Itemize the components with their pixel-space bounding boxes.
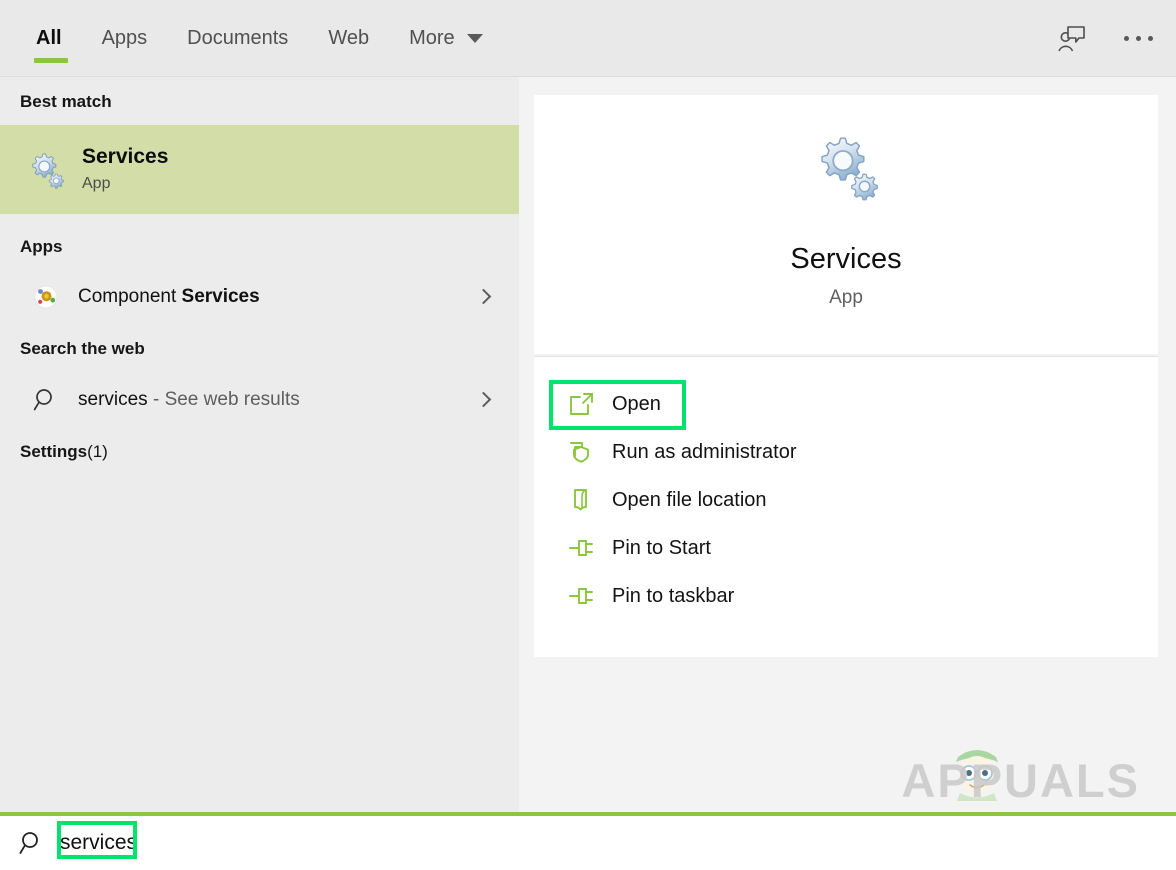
person-speech-bubble-icon bbox=[1058, 25, 1085, 51]
preview-subtitle: App bbox=[829, 287, 863, 308]
search-tab-bar: All Apps Documents Web More bbox=[0, 0, 1176, 77]
best-match-title: Services bbox=[82, 144, 169, 168]
action-pin-start-label: Pin to Start bbox=[612, 536, 711, 559]
best-match-subtitle: App bbox=[82, 174, 111, 192]
web-search-label: services - See web results bbox=[78, 389, 300, 410]
feedback-button[interactable] bbox=[1052, 19, 1092, 59]
panel-gutter bbox=[519, 77, 534, 814]
tab-apps-label: Apps bbox=[101, 27, 148, 49]
search-bar[interactable]: services bbox=[0, 812, 1176, 870]
settings-group-header: Settings (1) bbox=[20, 442, 108, 461]
app-actions-list: Open Run as administrator Open file loca… bbox=[534, 357, 1158, 657]
preview-title: Services bbox=[790, 243, 902, 275]
search-input[interactable]: services bbox=[56, 828, 141, 858]
component-services-label: Component Services bbox=[78, 286, 260, 307]
preview-gears-icon bbox=[534, 131, 1158, 203]
chevron-right-icon[interactable] bbox=[477, 290, 491, 304]
tab-web[interactable]: Web bbox=[308, 0, 389, 77]
action-open-location-label: Open file location bbox=[612, 488, 767, 511]
open-external-icon bbox=[550, 392, 612, 416]
gears-icon bbox=[14, 150, 78, 190]
tab-documents[interactable]: Documents bbox=[167, 0, 308, 77]
action-open[interactable]: Open bbox=[534, 380, 1158, 428]
top-right-actions bbox=[1052, 0, 1158, 77]
pin-icon bbox=[550, 536, 612, 560]
tab-more-label: More bbox=[409, 27, 455, 49]
action-pin-taskbar-label: Pin to taskbar bbox=[612, 584, 735, 607]
overflow-menu-button[interactable] bbox=[1118, 19, 1158, 59]
chevron-right-icon[interactable] bbox=[477, 393, 491, 407]
result-component-services[interactable]: Component Services bbox=[0, 272, 519, 322]
tab-web-label: Web bbox=[328, 27, 370, 49]
tab-list: All Apps Documents Web More bbox=[20, 0, 503, 77]
shield-icon bbox=[550, 440, 612, 464]
component-services-icon bbox=[14, 284, 78, 310]
action-open-file-location[interactable]: Open file location bbox=[534, 476, 1158, 524]
chevron-down-icon bbox=[466, 34, 483, 43]
folder-icon bbox=[550, 488, 612, 512]
action-open-label: Open bbox=[612, 392, 661, 415]
tab-apps[interactable]: Apps bbox=[82, 0, 168, 77]
tab-all-label: All bbox=[36, 27, 62, 49]
results-list-panel: Best match Services App Apps Component S… bbox=[0, 77, 519, 814]
app-preview-card: Services App bbox=[534, 95, 1158, 354]
search-icon bbox=[14, 387, 78, 413]
action-pin-to-taskbar[interactable]: Pin to taskbar bbox=[534, 572, 1158, 620]
best-match-header: Best match bbox=[20, 92, 112, 111]
action-run-admin-label: Run as administrator bbox=[612, 440, 797, 463]
result-best-match-services[interactable]: Services App bbox=[0, 125, 519, 214]
action-run-as-administrator[interactable]: Run as administrator bbox=[534, 428, 1158, 476]
apps-group-header: Apps bbox=[20, 237, 63, 256]
pin-icon bbox=[550, 584, 612, 608]
tab-more[interactable]: More bbox=[389, 0, 503, 77]
ellipsis-icon bbox=[1123, 36, 1153, 41]
search-icon bbox=[14, 830, 50, 856]
action-pin-to-start[interactable]: Pin to Start bbox=[534, 524, 1158, 572]
result-web-search-services[interactable]: services - See web results bbox=[0, 375, 519, 425]
tab-all[interactable]: All bbox=[20, 0, 82, 77]
active-tab-underline bbox=[34, 58, 68, 63]
tab-documents-label: Documents bbox=[187, 27, 289, 49]
web-group-header: Search the web bbox=[20, 339, 145, 358]
